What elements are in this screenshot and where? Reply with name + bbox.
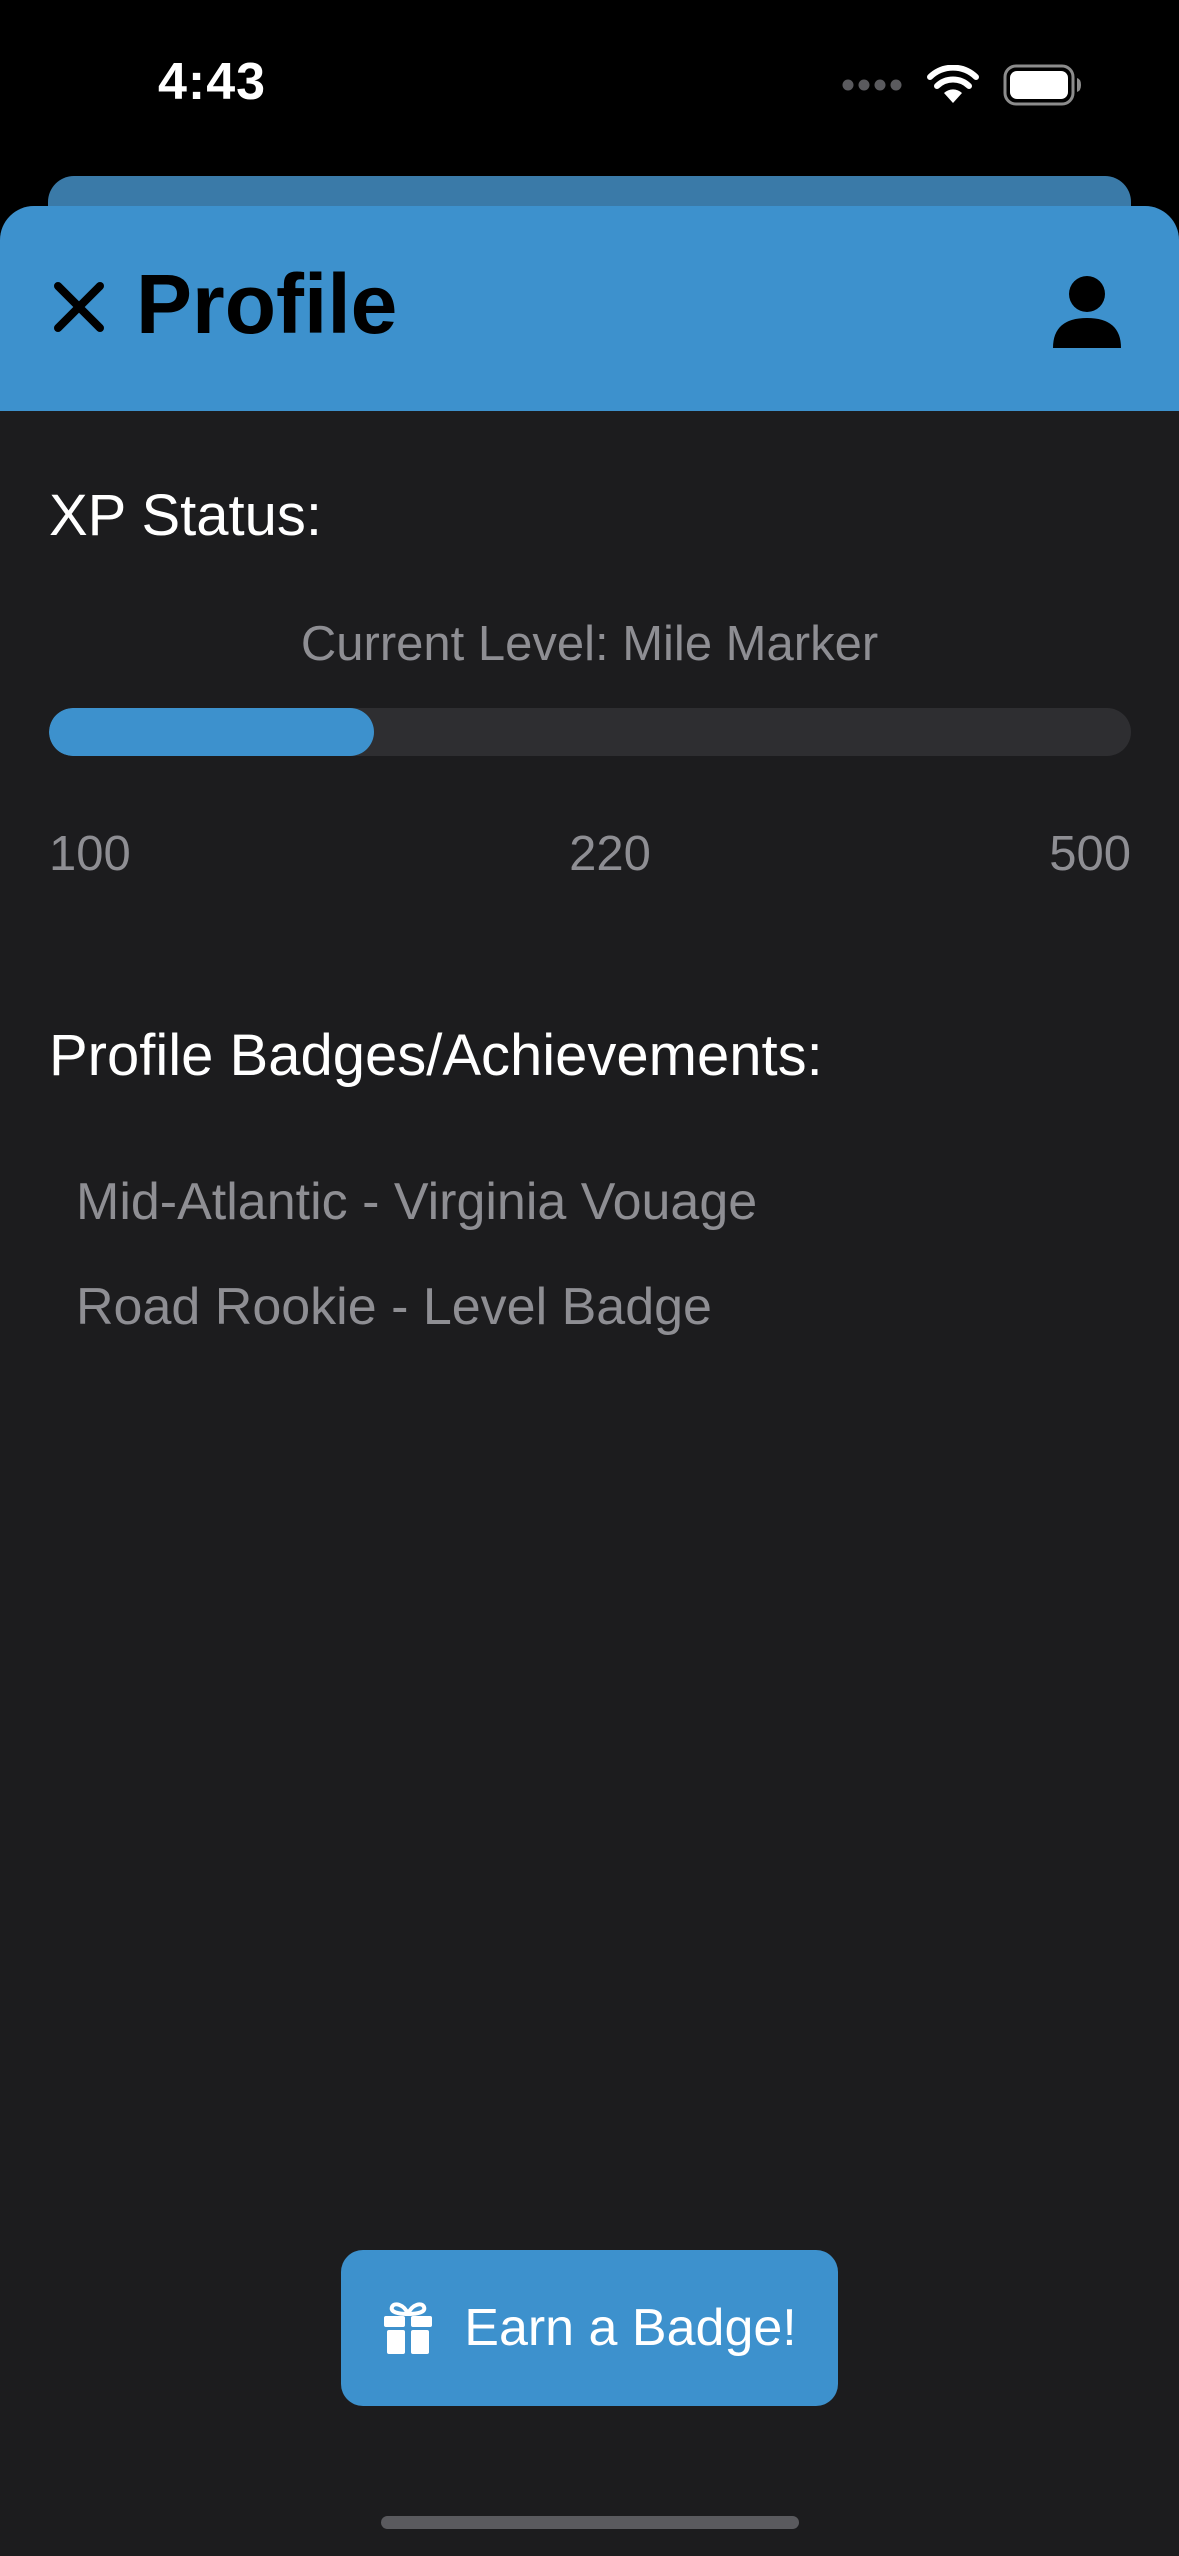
xp-progress-bar [49, 708, 1131, 756]
profile-button[interactable] [1051, 274, 1123, 350]
xp-max-value: 500 [1049, 827, 1131, 881]
earn-badge-label: Earn a Badge! [464, 2299, 797, 2357]
close-button[interactable] [46, 274, 112, 340]
status-time: 4:43 [158, 53, 267, 111]
sheet-header: Profile [0, 206, 1179, 411]
xp-progress-fill [49, 708, 374, 756]
status-icons [841, 62, 1083, 112]
screen: 4:43 Profile XP Status: Current Level: M… [0, 0, 1179, 2556]
profile-sheet: Profile XP Status: Current Level: Mile M… [0, 206, 1179, 2556]
home-indicator[interactable] [381, 2516, 799, 2529]
earn-badge-button[interactable]: Earn a Badge! [341, 2250, 838, 2406]
wifi-icon [927, 64, 979, 110]
person-icon [1053, 276, 1121, 348]
badge-item: Road Rookie - Level Badge [76, 1278, 712, 1336]
badge-item: Mid-Atlantic - Virginia Vouage [76, 1173, 758, 1231]
gift-icon [384, 2302, 433, 2354]
status-bar: 4:43 [0, 0, 1179, 175]
current-level-label: Current Level: Mile Marker [300, 617, 879, 671]
page-title: Profile [136, 257, 398, 351]
signal-dots-icon [841, 78, 903, 97]
xp-section-label: XP Status: [49, 483, 322, 548]
battery-icon [1003, 64, 1083, 111]
xp-current-value: 220 [569, 827, 651, 881]
close-icon [54, 282, 104, 332]
badges-section-label: Profile Badges/Achievements: [49, 1023, 823, 1088]
